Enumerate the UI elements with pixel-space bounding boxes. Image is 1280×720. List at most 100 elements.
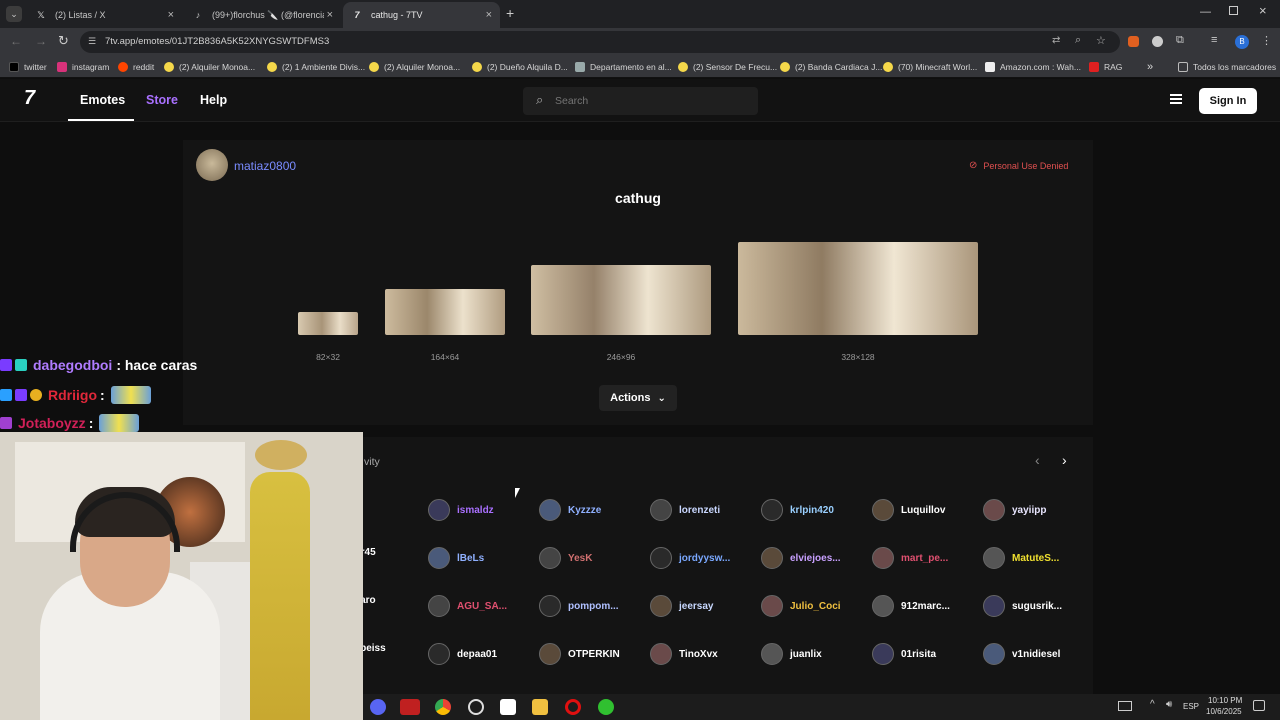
hamburger-menu-icon[interactable]: [1170, 94, 1182, 104]
activity-user[interactable]: depaa01: [428, 643, 497, 665]
activity-user[interactable]: Kyzzze: [539, 499, 601, 521]
activity-user[interactable]: TinoXvx: [650, 643, 718, 665]
notification-icon[interactable]: [1253, 700, 1265, 711]
nav-emotes[interactable]: Emotes: [80, 93, 125, 107]
activity-user[interactable]: jeersay: [650, 595, 713, 617]
back-icon[interactable]: ←: [10, 34, 22, 48]
bookmark[interactable]: reddit: [118, 59, 154, 75]
tab-tiktok[interactable]: ♪ (99+)florchus 🔪 (@florenciafig ×: [184, 2, 341, 28]
chrome-icon[interactable]: [435, 699, 451, 715]
menu-icon[interactable]: ⋮: [1261, 34, 1272, 47]
bookmark[interactable]: twitter: [9, 59, 47, 75]
activity-user[interactable]: Julio_Coci: [761, 595, 841, 617]
extension-icon[interactable]: [1128, 36, 1139, 47]
app-icon[interactable]: [500, 699, 516, 715]
prev-page-icon[interactable]: ‹: [1035, 452, 1040, 468]
bookmark[interactable]: (70) Minecraft Worl...: [883, 59, 977, 75]
bookmark[interactable]: RAG: [1089, 59, 1122, 75]
activity-user[interactable]: lBeLs: [428, 547, 484, 569]
reload-icon[interactable]: ↻: [58, 33, 69, 49]
tab-listas[interactable]: 𝕏 (2) Listas / X ×: [27, 2, 182, 28]
bookmark[interactable]: (2) Banda Cardiaca J...: [780, 59, 882, 75]
user-avatar: [872, 643, 894, 665]
bookmark[interactable]: instagram: [57, 59, 109, 75]
bookmark[interactable]: (2) 1 Ambiente Divis...: [267, 59, 365, 75]
sign-in-button[interactable]: Sign In: [1199, 88, 1257, 114]
keyboard-icon[interactable]: [1118, 701, 1132, 711]
tab-search-button[interactable]: ⌄: [6, 6, 22, 22]
extension-icon[interactable]: [1152, 36, 1163, 47]
close-icon[interactable]: ×: [327, 9, 333, 21]
activity-user[interactable]: 912marc...: [872, 595, 950, 617]
owner-name[interactable]: matiaz0800: [234, 159, 296, 173]
next-page-icon[interactable]: ›: [1062, 452, 1067, 468]
user-name: lorenzeti: [679, 504, 721, 516]
bookmark[interactable]: Departamento en al...: [575, 59, 672, 75]
close-icon[interactable]: ×: [168, 9, 174, 21]
user-avatar: [872, 595, 894, 617]
activity-user[interactable]: YesK: [539, 547, 592, 569]
emote-preview-82x32[interactable]: [298, 312, 358, 335]
activity-user[interactable]: OTPERKIN: [539, 643, 620, 665]
actions-button[interactable]: Actions ⌄: [599, 385, 677, 411]
zoom-icon[interactable]: ⌕: [1075, 34, 1081, 47]
address-bar[interactable]: ☰ 7tv.app/emotes/01JT2B836A5K52XNYGSWTDF…: [80, 31, 1120, 53]
7tv-logo[interactable]: 7: [24, 87, 35, 110]
activity-user[interactable]: 01risita: [872, 643, 936, 665]
app-icon[interactable]: [468, 699, 484, 715]
bookmark[interactable]: (2) Alquiler Monoa...: [369, 59, 460, 75]
activity-user[interactable]: MatuteS...: [983, 547, 1059, 569]
maximize-button[interactable]: [1229, 6, 1238, 15]
new-tab-button[interactable]: +: [506, 5, 514, 21]
discord-icon[interactable]: [370, 699, 386, 715]
activity-user[interactable]: krlpin420: [761, 499, 834, 521]
activity-user[interactable]: pompom...: [539, 595, 619, 617]
close-window-button[interactable]: ×: [1259, 3, 1267, 18]
activity-user[interactable]: v1nidiesel: [983, 643, 1060, 665]
search-box[interactable]: ⌕: [523, 87, 758, 115]
activity-user[interactable]: Luquillov: [872, 499, 945, 521]
emote-preview-164x64[interactable]: [385, 289, 505, 335]
translate-icon[interactable]: ⇄: [1052, 35, 1060, 46]
bookmark[interactable]: (2) Sensor De Frecu...: [678, 59, 777, 75]
activity-user[interactable]: elviejoes...: [761, 547, 841, 569]
tab-cathug[interactable]: 7 cathug - 7TV ×: [343, 2, 500, 28]
activity-user[interactable]: ismaldz: [428, 499, 494, 521]
folder-icon[interactable]: [532, 699, 548, 715]
all-bookmarks[interactable]: Todos los marcadores: [1178, 59, 1276, 75]
language-indicator[interactable]: ESP: [1183, 702, 1199, 711]
bookmark[interactable]: (2) Dueño Alquila D...: [472, 59, 568, 75]
media-icon[interactable]: ≡: [1211, 34, 1217, 46]
reddit-icon: [118, 62, 128, 72]
activity-user[interactable]: AGU_SA...: [428, 595, 507, 617]
nav-store[interactable]: Store: [146, 93, 178, 107]
activity-user[interactable]: sugusrik...: [983, 595, 1062, 617]
activity-user[interactable]: yayiipp: [983, 499, 1046, 521]
nav-help[interactable]: Help: [200, 93, 227, 107]
search-input[interactable]: [555, 93, 745, 109]
opera-icon[interactable]: [565, 699, 581, 715]
forward-icon[interactable]: →: [35, 34, 47, 48]
site-info-icon[interactable]: ☰: [88, 36, 96, 47]
close-icon[interactable]: ×: [486, 9, 492, 21]
activity-user[interactable]: jordyysw...: [650, 547, 730, 569]
activity-user[interactable]: juanlix: [761, 643, 822, 665]
activity-user[interactable]: mart_pe...: [872, 547, 948, 569]
profile-avatar[interactable]: B: [1235, 35, 1249, 49]
bookmarks-overflow[interactable]: »: [1147, 59, 1153, 75]
activity-user[interactable]: lorenzeti: [650, 499, 720, 521]
tray-chevron-icon[interactable]: ^: [1150, 699, 1155, 710]
star-icon[interactable]: ☆: [1096, 34, 1106, 47]
clock-date[interactable]: 10/6/2025: [1206, 707, 1242, 716]
minimize-button[interactable]: —: [1200, 6, 1211, 18]
xbox-icon[interactable]: [598, 699, 614, 715]
volume-icon[interactable]: 🔊︎: [1166, 699, 1172, 710]
obs-icon[interactable]: [400, 699, 420, 715]
clock-time[interactable]: 10:10 PM: [1208, 696, 1242, 705]
emote-preview-246x96[interactable]: [531, 265, 711, 335]
emote-preview-328x128[interactable]: [738, 242, 978, 335]
bookmark[interactable]: (2) Alquiler Monoa...: [164, 59, 255, 75]
puzzle-icon[interactable]: ⧉: [1176, 34, 1184, 47]
bookmark[interactable]: Amazon.com : Wah...: [985, 59, 1081, 75]
owner-avatar[interactable]: [196, 149, 228, 181]
